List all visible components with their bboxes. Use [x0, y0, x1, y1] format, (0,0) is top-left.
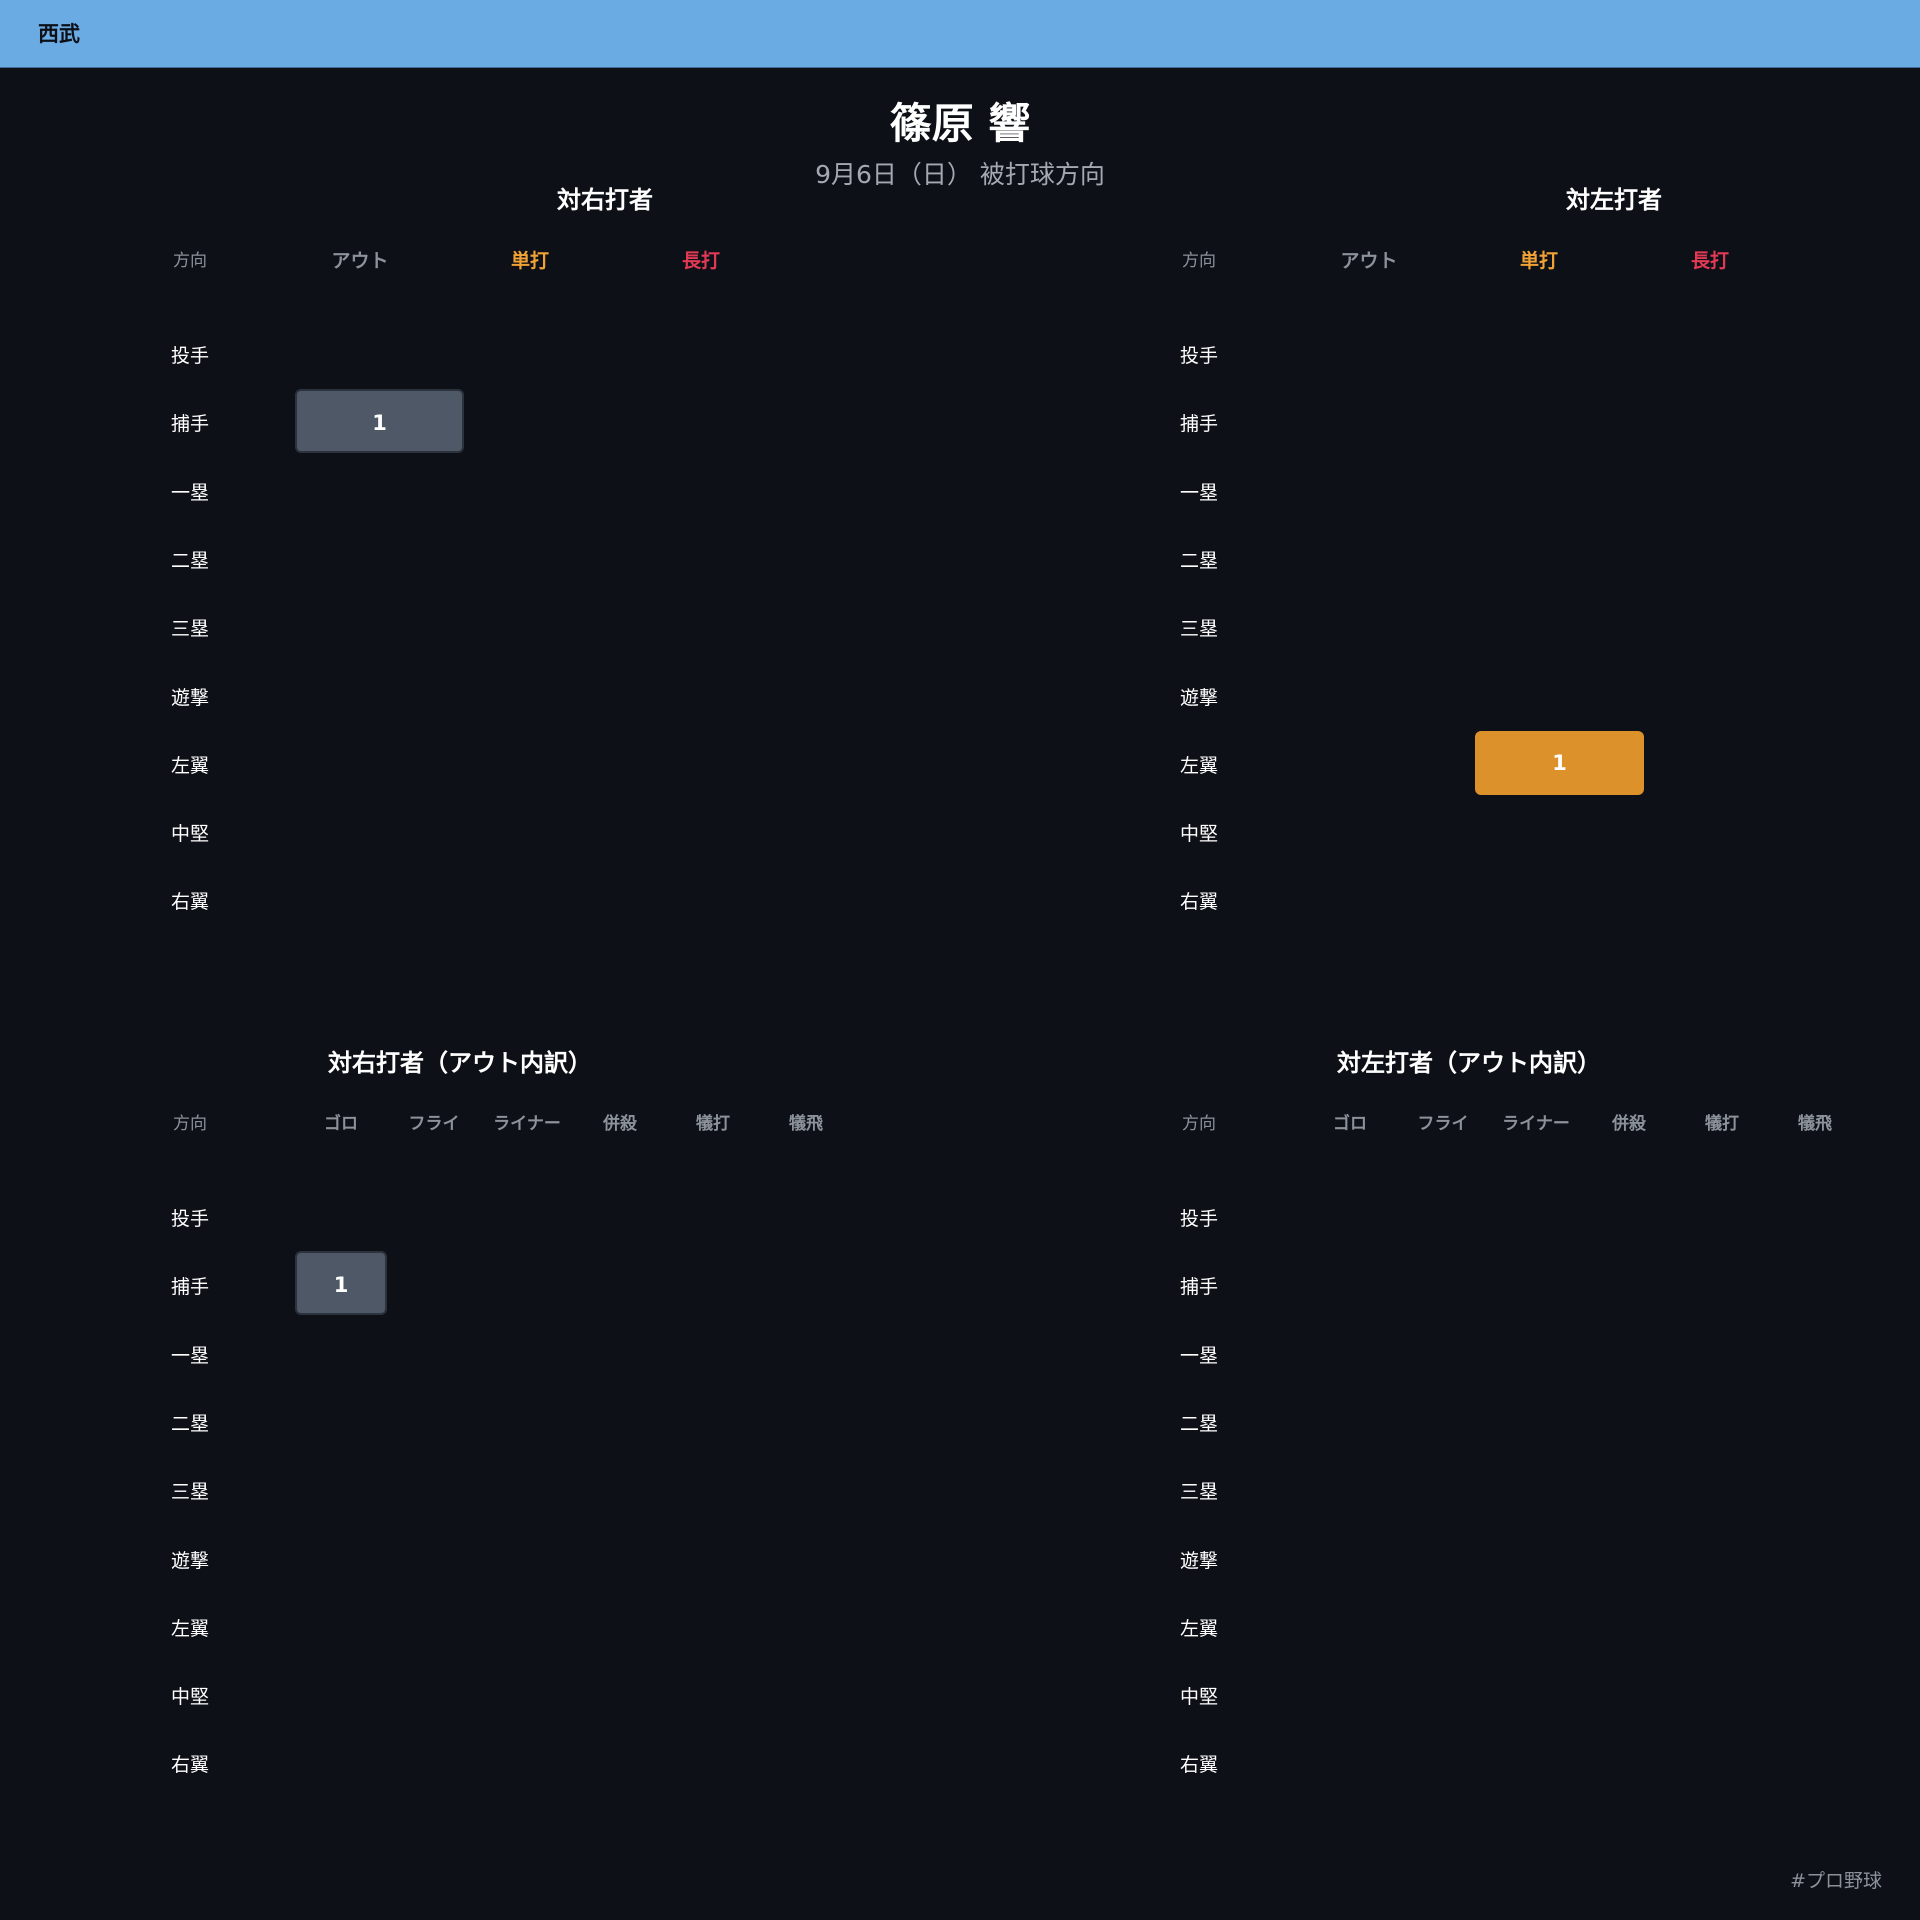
row-label: 捕手: [1179, 413, 1218, 436]
row-label: 右翼: [170, 891, 209, 914]
row-label: 左翼: [1179, 1617, 1218, 1640]
row-label: 右翼: [170, 1754, 209, 1777]
col-header-single: 単打: [510, 250, 549, 272]
team-label: 西武: [38, 22, 80, 46]
row-label: 中堅: [1179, 1686, 1218, 1709]
col-header-liner: ライナー: [493, 1114, 561, 1134]
row-label: 三塁: [170, 618, 209, 641]
col-header-sac-bunt: 犠打: [696, 1114, 730, 1134]
direction-header: 方向: [1182, 251, 1216, 271]
col-header-long: 長打: [681, 250, 720, 272]
top-bar: 西武: [0, 0, 1920, 68]
panel-title: 対右打者: [557, 186, 653, 214]
row-label: 左翼: [1179, 754, 1218, 777]
row-label: 一塁: [1179, 481, 1218, 504]
col-header-out: アウト: [331, 250, 389, 272]
col-header-ground: ゴロ: [1333, 1114, 1367, 1134]
col-header-single: 単打: [1519, 250, 1558, 272]
col-header-fly: フライ: [1417, 1114, 1469, 1134]
col-header-ground: ゴロ: [324, 1114, 358, 1134]
panel-vs-right-outs: 対右打者（アウト内訳） 方向 ゴロ フライ ライナー 併殺 犠打 犠飛 投手捕手…: [140, 1045, 1040, 1865]
row-label: 捕手: [170, 1276, 209, 1299]
col-header-sac-fly: 犠飛: [789, 1114, 823, 1134]
col-header-fly: フライ: [408, 1114, 460, 1134]
cell-catcher-ground: 1: [295, 1251, 387, 1315]
row-label: 捕手: [1179, 1276, 1218, 1299]
col-header-double-play: 併殺: [603, 1114, 637, 1134]
direction-header: 方向: [1182, 1114, 1216, 1134]
panel-title: 対左打者: [1566, 186, 1662, 214]
row-label: 投手: [1179, 345, 1218, 367]
row-label: 左翼: [170, 754, 209, 777]
col-header-sac-bunt: 犠打: [1705, 1114, 1739, 1134]
row-label: 二塁: [1179, 549, 1218, 572]
row-label: 一塁: [170, 1344, 209, 1367]
row-label: 投手: [1179, 1208, 1218, 1230]
row-label: 遊撃: [1179, 1549, 1218, 1572]
player-name: 篠原 響: [889, 99, 1031, 148]
cell-catcher-out: 1: [295, 389, 464, 453]
row-label: 投手: [170, 345, 209, 367]
row-label: 遊撃: [1179, 686, 1218, 709]
col-header-out: アウト: [1340, 250, 1398, 272]
row-label: 右翼: [1179, 891, 1218, 914]
row-label: 二塁: [170, 549, 209, 572]
direction-header: 方向: [173, 251, 207, 271]
row-label: 一塁: [170, 481, 209, 504]
row-label: 三塁: [1179, 618, 1218, 641]
col-header-double-play: 併殺: [1612, 1114, 1646, 1134]
row-label: 中堅: [1179, 823, 1218, 846]
row-label: 中堅: [170, 823, 209, 846]
row-label: 三塁: [170, 1481, 209, 1504]
panel-vs-right: 対右打者 方向 アウト 単打 長打 投手捕手一塁二塁三塁遊撃左翼中堅右翼 1: [140, 182, 1040, 1002]
row-label: 二塁: [1179, 1412, 1218, 1435]
cell-leftfield-single: 1: [1475, 731, 1644, 795]
panel-title: 対左打者（アウト内訳）: [1337, 1049, 1601, 1077]
row-label: 捕手: [170, 413, 209, 436]
col-header-sac-fly: 犠飛: [1798, 1114, 1832, 1134]
footer-hashtag: #プロ野球: [1790, 1870, 1882, 1892]
row-label: 左翼: [170, 1617, 209, 1640]
col-header-liner: ライナー: [1502, 1114, 1570, 1134]
panel-vs-left-outs: 対左打者（アウト内訳） 方向 ゴロ フライ ライナー 併殺 犠打 犠飛 投手捕手…: [1149, 1045, 1920, 1865]
row-label: 投手: [170, 1208, 209, 1230]
col-header-long: 長打: [1690, 250, 1729, 272]
row-label: 三塁: [1179, 1481, 1218, 1504]
row-label: 遊撃: [170, 686, 209, 709]
row-label: 右翼: [1179, 1754, 1218, 1777]
row-label: 二塁: [170, 1412, 209, 1435]
row-label: 一塁: [1179, 1344, 1218, 1367]
direction-header: 方向: [173, 1114, 207, 1134]
row-label: 中堅: [170, 1686, 209, 1709]
panel-vs-left: 対左打者 方向 アウト 単打 長打 投手捕手一塁二塁三塁遊撃左翼中堅右翼 1: [1149, 182, 1920, 1002]
panel-title: 対右打者（アウト内訳）: [328, 1049, 592, 1077]
row-label: 遊撃: [170, 1549, 209, 1572]
